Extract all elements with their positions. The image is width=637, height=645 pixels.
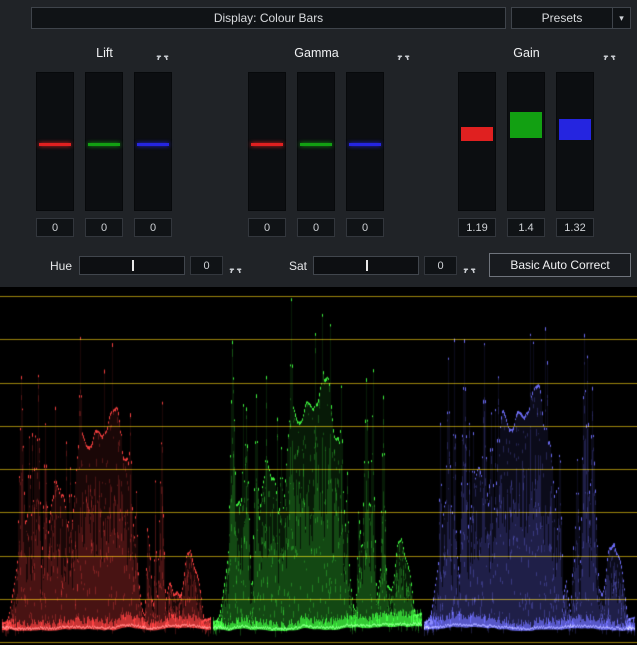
gamma-red-handle[interactable] — [251, 143, 283, 146]
presets-dropdown[interactable]: Presets ▾ — [511, 7, 631, 29]
sat-label: Sat — [265, 259, 307, 273]
lift-reset-icon[interactable] — [154, 44, 170, 60]
gain-green-handle[interactable] — [510, 112, 542, 138]
gain-blue-handle[interactable] — [559, 119, 591, 140]
gain-red-value[interactable]: 1.19 — [458, 218, 496, 237]
gamma-section-label: Gamma — [248, 46, 385, 60]
hue-label: Hue — [30, 259, 72, 273]
gain-green-slider[interactable] — [507, 72, 545, 211]
gain-reset-icon[interactable] — [601, 44, 617, 60]
gamma-green-slider[interactable] — [297, 72, 335, 211]
sat-value[interactable]: 0 — [424, 256, 457, 275]
gain-red-slider[interactable] — [458, 72, 496, 211]
gamma-red-value[interactable]: 0 — [248, 218, 286, 237]
lift-section-label: Lift — [36, 46, 173, 60]
sat-slider[interactable] — [313, 256, 419, 275]
lift-red-handle[interactable] — [39, 143, 71, 146]
hue-reset-icon[interactable] — [227, 257, 243, 273]
lift-red-value[interactable]: 0 — [36, 218, 74, 237]
chevron-down-icon[interactable]: ▾ — [612, 8, 630, 28]
lift-green-slider[interactable] — [85, 72, 123, 211]
gamma-blue-handle[interactable] — [349, 143, 381, 146]
lift-red-slider[interactable] — [36, 72, 74, 211]
lift-blue-slider[interactable] — [134, 72, 172, 211]
gamma-blue-slider[interactable] — [346, 72, 384, 211]
lift-blue-handle[interactable] — [137, 143, 169, 146]
gamma-reset-icon[interactable] — [395, 44, 411, 60]
hue-slider[interactable] — [79, 256, 185, 275]
basic-auto-correct-button[interactable]: Basic Auto Correct — [489, 253, 631, 277]
lift-green-value[interactable]: 0 — [85, 218, 123, 237]
gamma-green-handle[interactable] — [300, 143, 332, 146]
rgb-waveform-scope — [0, 287, 637, 645]
gain-green-value[interactable]: 1.4 — [507, 218, 545, 237]
gamma-red-slider[interactable] — [248, 72, 286, 211]
gain-blue-slider[interactable] — [556, 72, 594, 211]
hue-slider-marker[interactable] — [132, 260, 134, 271]
gamma-green-value[interactable]: 0 — [297, 218, 335, 237]
gain-section-label: Gain — [458, 46, 595, 60]
gain-red-handle[interactable] — [461, 127, 493, 141]
display-mode-button[interactable]: Display: Colour Bars — [31, 7, 506, 29]
gamma-blue-value[interactable]: 0 — [346, 218, 384, 237]
hue-value[interactable]: 0 — [190, 256, 223, 275]
lift-green-handle[interactable] — [88, 143, 120, 146]
sat-reset-icon[interactable] — [461, 257, 477, 273]
colour-correction-panel: Display: Colour Bars Presets ▾ Lift Gamm… — [0, 0, 637, 645]
gain-blue-value[interactable]: 1.32 — [556, 218, 594, 237]
lift-blue-value[interactable]: 0 — [134, 218, 172, 237]
presets-label: Presets — [512, 11, 612, 25]
sat-slider-marker[interactable] — [366, 260, 368, 271]
